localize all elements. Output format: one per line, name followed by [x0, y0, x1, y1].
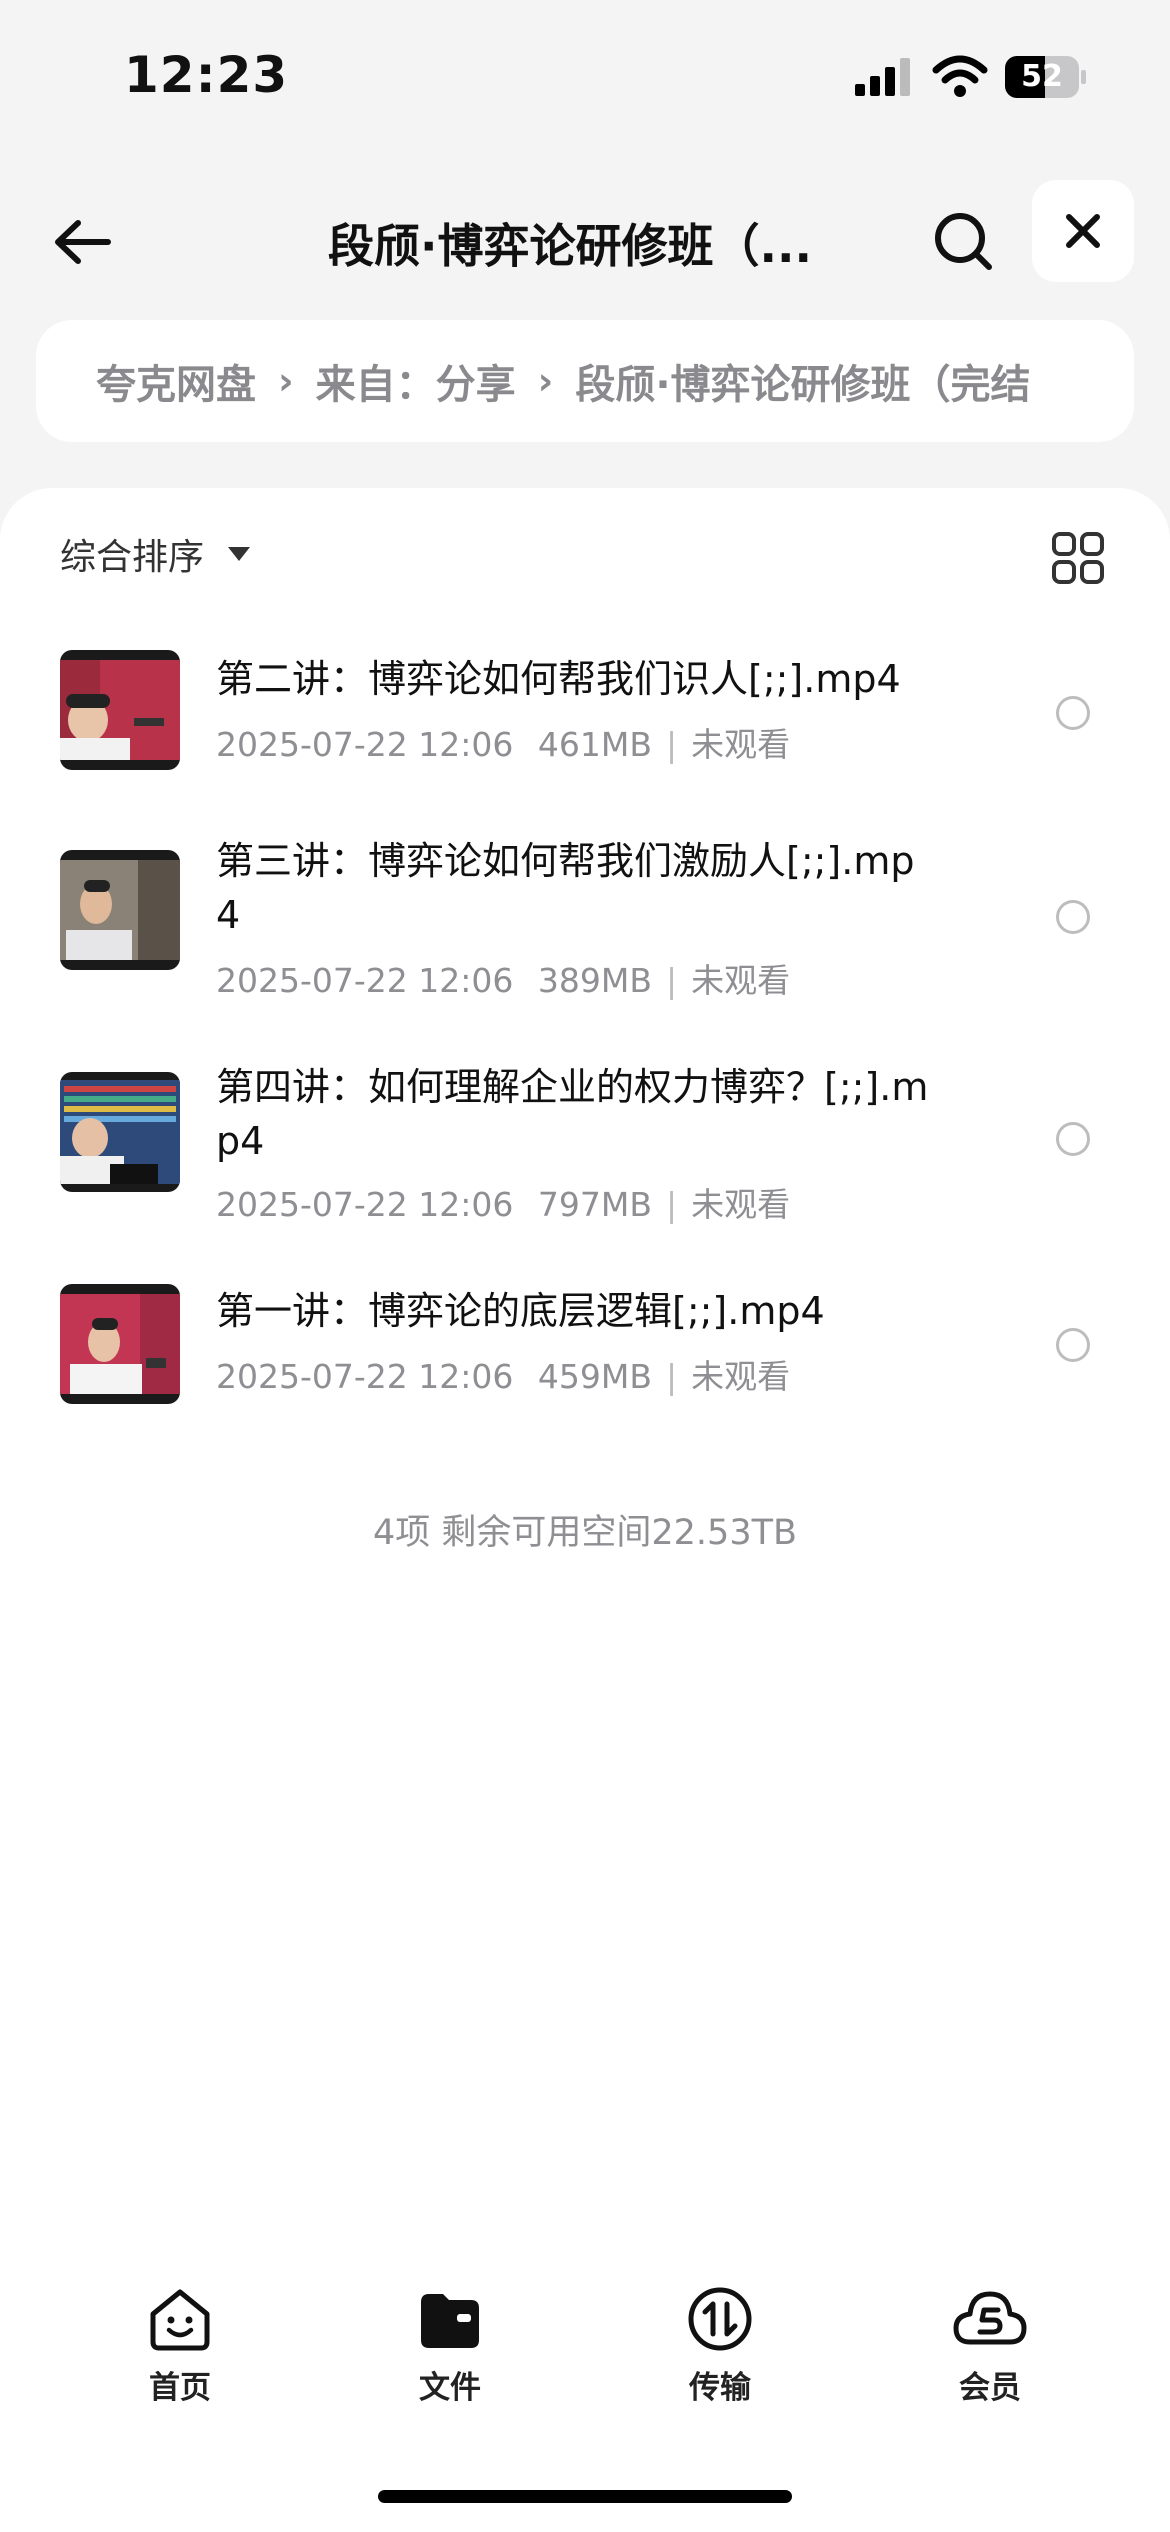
breadcrumb-item-root[interactable]: 夸克网盘	[96, 352, 256, 410]
file-date: 2025-07-22 12:06	[216, 1185, 514, 1224]
home-face-icon	[150, 2289, 210, 2351]
breadcrumb-item-current: 段颀·博弈论研修班（完结	[575, 362, 1031, 408]
battery-level: 52	[1021, 59, 1063, 94]
list-item[interactable]: 第一讲：博弈论的底层逻辑[;;].mp4 2025-07-22 12:06 45…	[0, 1268, 1170, 1428]
list-item[interactable]: 第四讲：如何理解企业的权力博弈？[;;].mp4 2025-07-22 12:0…	[0, 1048, 1170, 1248]
select-checkbox[interactable]	[1056, 900, 1090, 934]
transfer-icon	[688, 2287, 752, 2351]
tab-files[interactable]: 文件	[390, 2284, 510, 2407]
file-meta: 2025-07-22 12:06 797MB | 未观看	[216, 1185, 791, 1224]
cellular-signal-icon	[855, 58, 910, 96]
tab-home[interactable]: 首页	[120, 2284, 240, 2407]
file-size: 797MB	[537, 1185, 652, 1224]
select-checkbox[interactable]	[1056, 1328, 1090, 1362]
watch-status: 未观看	[691, 1185, 791, 1224]
grid-view-icon[interactable]	[1050, 530, 1106, 586]
file-date: 2025-07-22 12:06	[216, 961, 514, 1000]
video-thumbnail	[60, 1072, 180, 1192]
sort-label: 综合排序	[60, 537, 205, 578]
watch-status: 未观看	[691, 961, 791, 1000]
breadcrumb: 夸克网盘 › 来自：分享 › 段颀·博弈论研修班（完结	[36, 320, 1134, 442]
video-thumbnail	[60, 650, 180, 770]
tab-label: 会员	[959, 2370, 1021, 2406]
tab-member[interactable]: 会员	[930, 2284, 1050, 2407]
file-meta: 2025-07-22 12:06 389MB | 未观看	[216, 961, 791, 1000]
breadcrumb-item-share[interactable]: 来自：分享	[316, 352, 516, 410]
chevron-right-icon: ›	[278, 359, 294, 403]
tab-label: 传输	[689, 2370, 751, 2406]
battery-icon: 52	[1005, 56, 1087, 98]
file-name: 第一讲：博弈论的底层逻辑[;;].mp4	[216, 1289, 825, 1333]
file-date: 2025-07-22 12:06	[216, 725, 514, 764]
list-item[interactable]: 第二讲：博弈论如何帮我们识人[;;].mp4 2025-07-22 12:06 …	[0, 638, 1170, 798]
file-meta: 2025-07-22 12:06 459MB | 未观看	[216, 1357, 791, 1396]
select-checkbox[interactable]	[1056, 696, 1090, 730]
file-name: 第二讲：博弈论如何帮我们识人[;;].mp4	[216, 657, 901, 701]
select-checkbox[interactable]	[1056, 1122, 1090, 1156]
cloud-member-icon	[953, 2291, 1027, 2345]
arrow-left-icon	[55, 220, 111, 264]
file-size: 459MB	[537, 1357, 652, 1396]
video-thumbnail	[60, 1284, 180, 1404]
file-list-panel: 综合排序 第二讲：博弈论如何帮我们识人[;;].mp4 2025-07-22 1…	[0, 488, 1170, 2532]
caret-down-icon	[228, 547, 251, 561]
home-indicator	[378, 2490, 792, 2503]
video-thumbnail	[60, 850, 180, 970]
status-bar: 12:23 52	[0, 0, 1170, 150]
file-name: 第四讲：如何理解企业的权力博弈？[;;].mp4	[216, 1065, 929, 1163]
search-button[interactable]	[918, 196, 1008, 286]
status-time: 12:23	[124, 46, 289, 104]
search-icon	[935, 213, 992, 270]
watch-status: 未观看	[691, 725, 791, 764]
file-size: 389MB	[537, 961, 652, 1000]
close-button[interactable]	[1032, 180, 1134, 282]
storage-summary: 4项 剩余可用空间22.53TB	[373, 1513, 797, 1553]
tab-label: 文件	[419, 2370, 481, 2406]
folder-icon	[421, 2294, 479, 2348]
watch-status: 未观看	[691, 1357, 791, 1396]
tab-transfer[interactable]: 传输	[660, 2284, 780, 2407]
tab-label: 首页	[149, 2370, 211, 2406]
file-size: 461MB	[537, 725, 652, 764]
file-date: 2025-07-22 12:06	[216, 1357, 514, 1396]
page-title: 段颀·博弈论研修班（...	[328, 219, 812, 273]
close-icon	[1066, 214, 1100, 248]
file-name: 第三讲：博弈论如何帮我们激励人[;;].mp4	[216, 839, 915, 937]
file-meta: 2025-07-22 12:06 461MB | 未观看	[216, 725, 791, 764]
list-item[interactable]: 第三讲：博弈论如何帮我们激励人[;;].mp4 2025-07-22 12:06…	[0, 824, 1170, 1024]
bottom-tab-bar: 首页 文件 传输 会员	[0, 2284, 1170, 2434]
sort-dropdown[interactable]: 综合排序	[60, 528, 251, 580]
nav-header: 段颀·博弈论研修班（...	[0, 170, 1170, 290]
wifi-icon	[932, 55, 988, 97]
back-button[interactable]	[38, 198, 126, 286]
chevron-right-icon: ›	[537, 359, 554, 403]
